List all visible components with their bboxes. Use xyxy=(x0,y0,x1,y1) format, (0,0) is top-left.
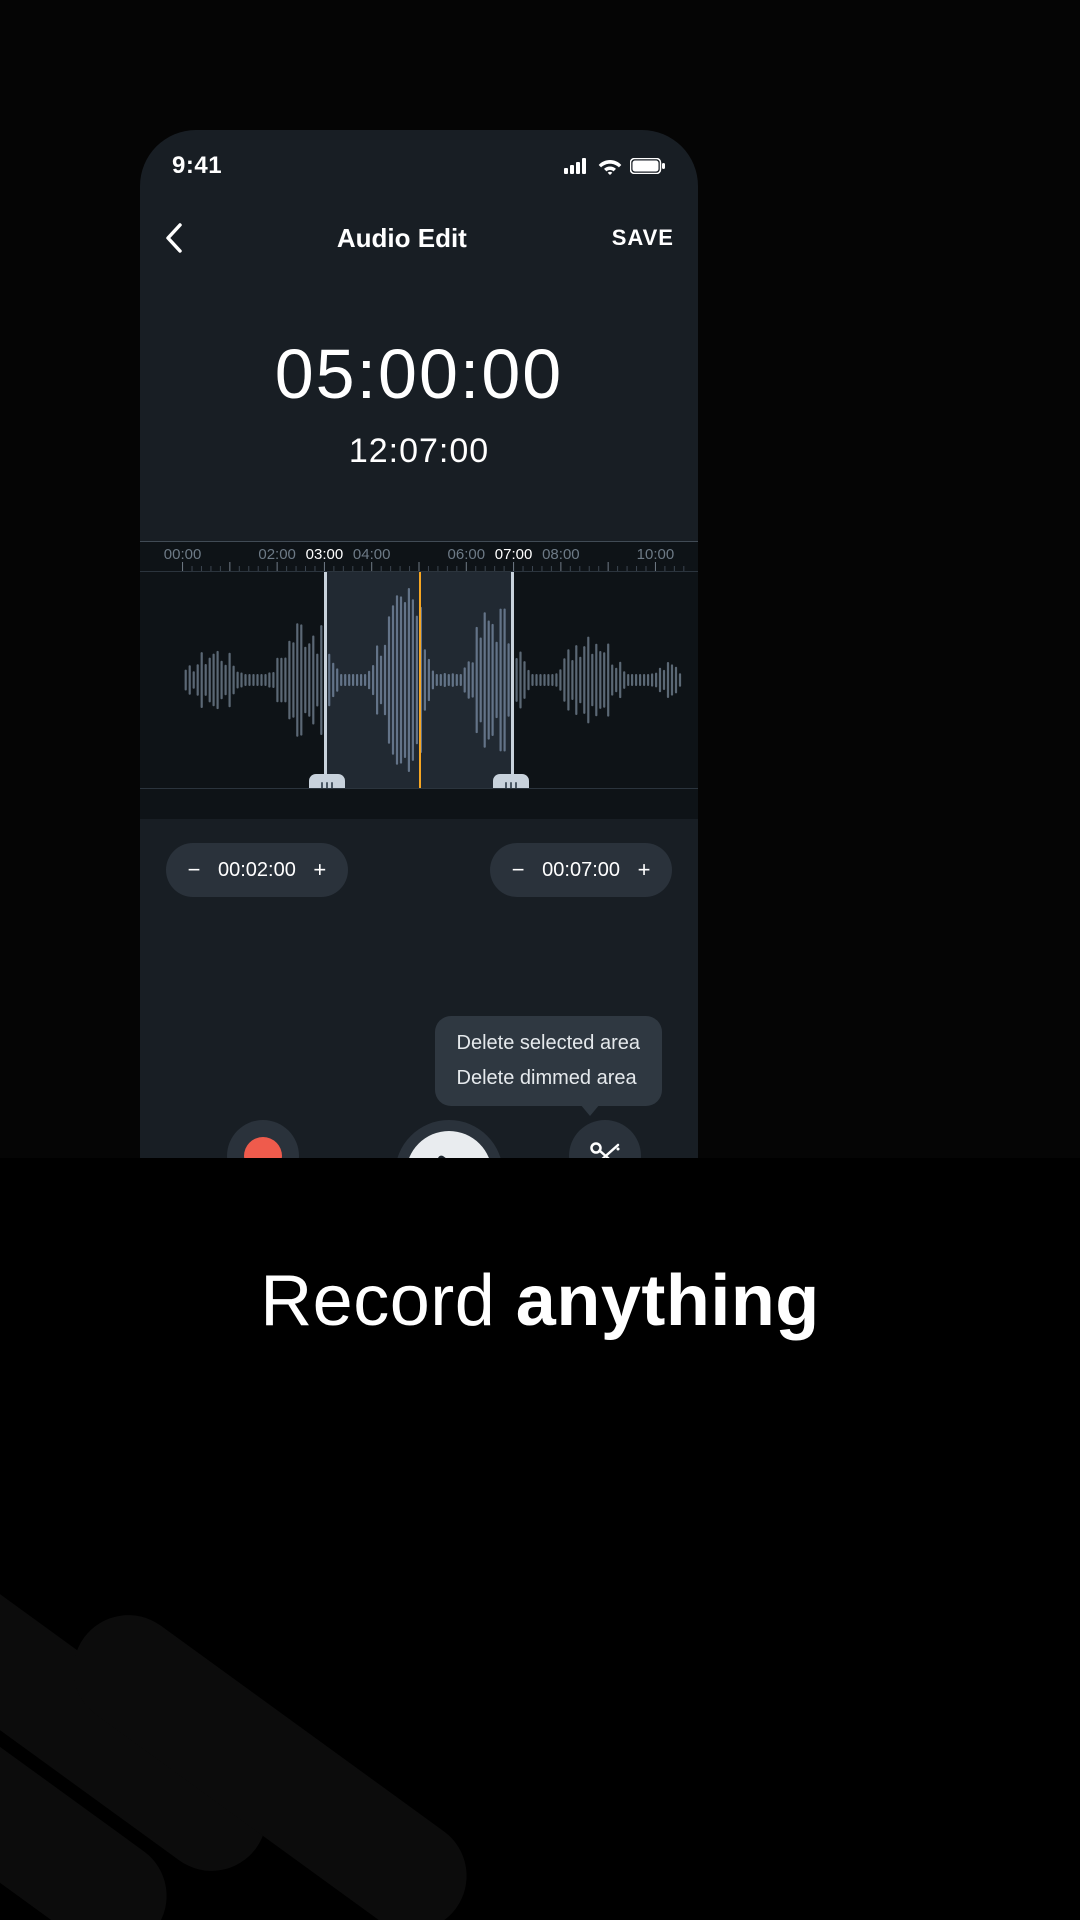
waveform-panel: 00:00 02:00 03:00 04:00 06:00 07:00 08:00 10:00 xyxy=(140,541,698,819)
ruler-label: 08:00 xyxy=(542,546,580,563)
delete-dimmed-option[interactable]: Delete dimmed area xyxy=(457,1067,640,1090)
time-ruler[interactable]: 00:00 02:00 03:00 04:00 06:00 07:00 08:00 10:00 xyxy=(140,542,698,572)
playhead[interactable] xyxy=(419,572,421,788)
chevron-left-icon xyxy=(165,223,183,253)
selection-handle-left[interactable] xyxy=(309,774,345,788)
start-time-stepper: − 00:02:00 + xyxy=(166,843,348,897)
cellular-icon xyxy=(564,158,590,174)
ruler-label: 03:00 xyxy=(306,546,344,563)
waveform-area[interactable] xyxy=(140,572,698,788)
range-steppers: − 00:02:00 + − 00:07:00 + xyxy=(140,819,698,897)
slogan-word-2: anything xyxy=(516,1261,820,1341)
start-time-value: 00:02:00 xyxy=(218,859,296,882)
battery-icon xyxy=(630,158,666,174)
slogan-word-1: Record xyxy=(260,1261,516,1341)
ruler-label: 02:00 xyxy=(258,546,296,563)
ruler-label: 10:00 xyxy=(637,546,675,563)
end-time-stepper: − 00:07:00 + xyxy=(490,843,672,897)
nav-bar: Audio Edit SAVE xyxy=(140,202,698,274)
end-time-value: 00:07:00 xyxy=(542,859,620,882)
ruler-ticks xyxy=(140,542,698,572)
trim-menu: Delete selected area Delete dimmed area xyxy=(435,1016,662,1106)
end-minus-button[interactable]: − xyxy=(508,857,528,883)
promo-frame: 9:41 Audio Edit SAVE 05:00:00 12:07:00 xyxy=(0,0,1080,1920)
wifi-icon xyxy=(598,157,622,175)
status-time: 9:41 xyxy=(172,152,222,180)
start-plus-button[interactable]: + xyxy=(310,857,330,883)
delete-selected-option[interactable]: Delete selected area xyxy=(457,1032,640,1055)
phone-frame: 9:41 Audio Edit SAVE 05:00:00 12:07:00 xyxy=(140,130,698,1190)
ruler-label: 04:00 xyxy=(353,546,391,563)
ruler-bottom xyxy=(140,788,698,820)
page-title: Audio Edit xyxy=(337,223,467,254)
end-plus-button[interactable]: + xyxy=(634,857,654,883)
ruler-label: 00:00 xyxy=(164,546,202,563)
back-button[interactable] xyxy=(156,220,192,256)
start-minus-button[interactable]: − xyxy=(184,857,204,883)
ruler-label: 06:00 xyxy=(448,546,486,563)
slogan: Record anything xyxy=(0,1260,1080,1342)
selection-handle-right[interactable] xyxy=(493,774,529,788)
ruler-label: 07:00 xyxy=(495,546,533,563)
save-button[interactable]: SAVE xyxy=(612,225,674,251)
status-icons xyxy=(564,157,666,175)
total-time: 12:07:00 xyxy=(140,432,698,471)
time-display: 05:00:00 12:07:00 xyxy=(140,334,698,471)
status-bar: 9:41 xyxy=(140,130,698,202)
playhead-time: 05:00:00 xyxy=(140,334,698,414)
